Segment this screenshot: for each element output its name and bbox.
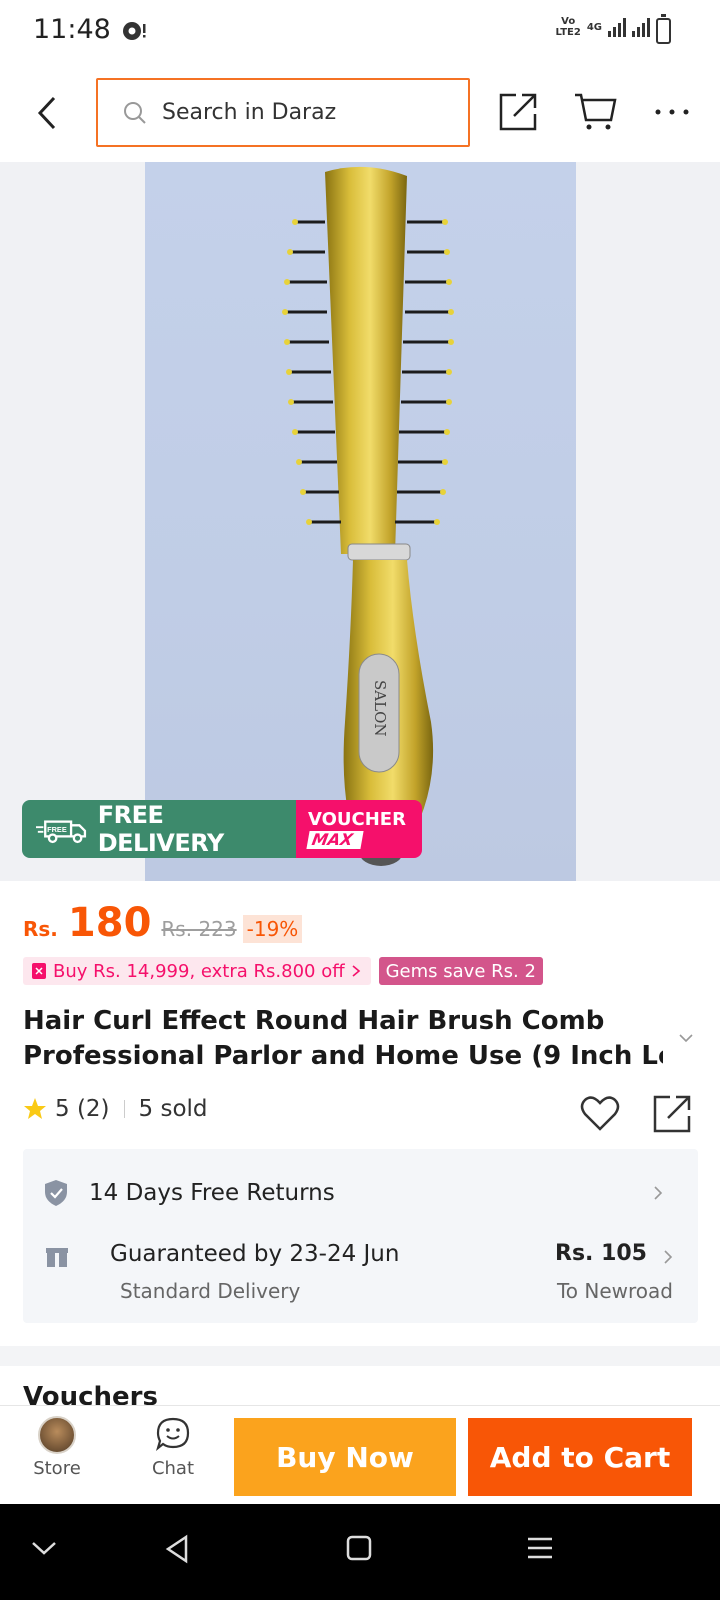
free-delivery-badge: FREE FREE DELIVERY [22, 800, 296, 858]
promo-buy-text: Buy Rs. 14,999, extra Rs.800 off [53, 960, 345, 982]
package-icon [46, 1248, 68, 1267]
signal-icon [608, 17, 626, 37]
original-price: Rs. 223 [161, 917, 237, 941]
share-button[interactable] [498, 92, 538, 132]
store-label: Store [33, 1458, 81, 1479]
product-gallery[interactable]: SALON FREE FREE DELIVERY VOUCHER MAX [0, 162, 720, 881]
status-bar: 11:48 Vo LTE2 4G [0, 0, 720, 66]
chevron-right-icon [664, 1250, 673, 1264]
store-avatar [38, 1416, 76, 1454]
section-divider [0, 1346, 720, 1366]
search-icon [124, 101, 146, 124]
rating-value: 5 (2) [55, 1096, 110, 1122]
volte-label: Vo LTE2 [556, 16, 581, 38]
cart-button[interactable] [573, 92, 617, 132]
rating-divider [123, 1100, 125, 1118]
returns-row[interactable]: 14 Days Free Returns [43, 1171, 673, 1215]
add-to-cart-button[interactable]: Add to Cart [468, 1418, 692, 1496]
chevron-down-icon[interactable] [678, 1032, 694, 1044]
delivery-fee: Rs. 105 [555, 1241, 647, 1266]
truck-icon: FREE [36, 820, 87, 844]
delivery-destination: To Newroad [556, 1279, 673, 1303]
price-value: 180 [67, 900, 152, 946]
delivery-guarantee: Guaranteed by 23-24 Jun [110, 1241, 400, 1267]
net-type-label: 4G [586, 21, 602, 33]
store-voucher-promo[interactable]: Buy Rs. 14,999, extra Rs.800 off [23, 957, 371, 985]
store-button[interactable]: Store [27, 1416, 87, 1479]
top-nav: Search in Daraz [0, 66, 720, 162]
search-input[interactable]: Search in Daraz [96, 78, 470, 147]
chat-button[interactable]: Chat [140, 1416, 206, 1479]
product-image[interactable]: SALON [145, 162, 576, 881]
vouchers-section-title[interactable]: Vouchers [23, 1382, 158, 1406]
bottom-action-bar: Store Chat Buy Now Add to Cart [0, 1405, 720, 1504]
returns-text: 14 Days Free Returns [89, 1180, 335, 1206]
status-time: 11:48 [33, 14, 111, 45]
signal-2-icon [632, 17, 650, 37]
nav-back-icon[interactable] [164, 1534, 190, 1564]
voucher-max-badge: VOUCHER MAX [296, 800, 422, 858]
product-title-line-1: Hair Curl Effect Round Hair Brush Comb [23, 1006, 605, 1036]
gems-badge[interactable]: Gems save Rs. 2 [378, 957, 543, 985]
delivery-type: Standard Delivery [120, 1279, 301, 1303]
product-title[interactable]: Hair Curl Effect Round Hair Brush Comb P… [23, 1004, 663, 1074]
voucher-ticket-icon [32, 963, 46, 979]
voucher-max-label: MAX [306, 830, 364, 849]
price-currency: Rs. [23, 917, 58, 941]
volte-bottom: LTE2 [555, 27, 581, 38]
chat-label: Chat [151, 1458, 195, 1479]
chevron-right-icon [352, 965, 360, 977]
back-arrow-icon [37, 96, 56, 130]
star-icon [24, 1098, 46, 1119]
discount-badge: -19% [242, 915, 303, 943]
shield-check-icon [45, 1180, 67, 1206]
rating-row[interactable]: 5 (2) 5 sold [23, 1096, 208, 1122]
status-indicators: Vo LTE2 4G [556, 16, 650, 38]
buy-now-button[interactable]: Buy Now [234, 1418, 456, 1496]
chat-icon [155, 1417, 190, 1452]
service-box: 14 Days Free Returns Guaranteed by 23-24… [23, 1149, 698, 1323]
nav-hide-icon[interactable] [30, 1538, 58, 1558]
share-icon [499, 93, 537, 131]
wishlist-button[interactable] [580, 1096, 620, 1132]
share-icon [653, 1095, 691, 1133]
notification-icon [120, 18, 148, 48]
nav-home-icon[interactable] [346, 1535, 372, 1561]
promo-row: Buy Rs. 14,999, extra Rs.800 off Gems sa… [23, 957, 543, 985]
product-title-line-2: Professional Parlor and Home Use (9 Inch… [23, 1041, 663, 1071]
heart-icon [580, 1096, 620, 1131]
promo-badge: FREE FREE DELIVERY VOUCHER MAX [22, 800, 422, 858]
chevron-right-icon [654, 1186, 663, 1200]
share-product-button[interactable] [652, 1094, 692, 1134]
volte-top: Vo [561, 16, 576, 27]
cart-icon [575, 93, 617, 130]
sold-count: 5 sold [138, 1096, 208, 1122]
price-row: Rs. 180 Rs. 223 -19% [23, 900, 303, 946]
battery-icon [656, 14, 671, 44]
search-placeholder: Search in Daraz [162, 100, 337, 125]
voucher-label: VOUCHER [308, 808, 406, 830]
free-delivery-label: FREE DELIVERY [97, 801, 225, 857]
truck-free-text: FREE [47, 825, 67, 834]
brand-logo-text: SALON [371, 680, 389, 737]
hair-brush-image: SALON [282, 166, 454, 866]
nav-menu-icon[interactable] [526, 1536, 554, 1560]
system-nav-bar [0, 1504, 720, 1600]
more-button[interactable] [654, 100, 690, 124]
more-icon [655, 109, 689, 115]
delivery-row[interactable]: Guaranteed by 23-24 Jun Standard Deliver… [43, 1241, 673, 1311]
back-button[interactable] [30, 90, 64, 136]
